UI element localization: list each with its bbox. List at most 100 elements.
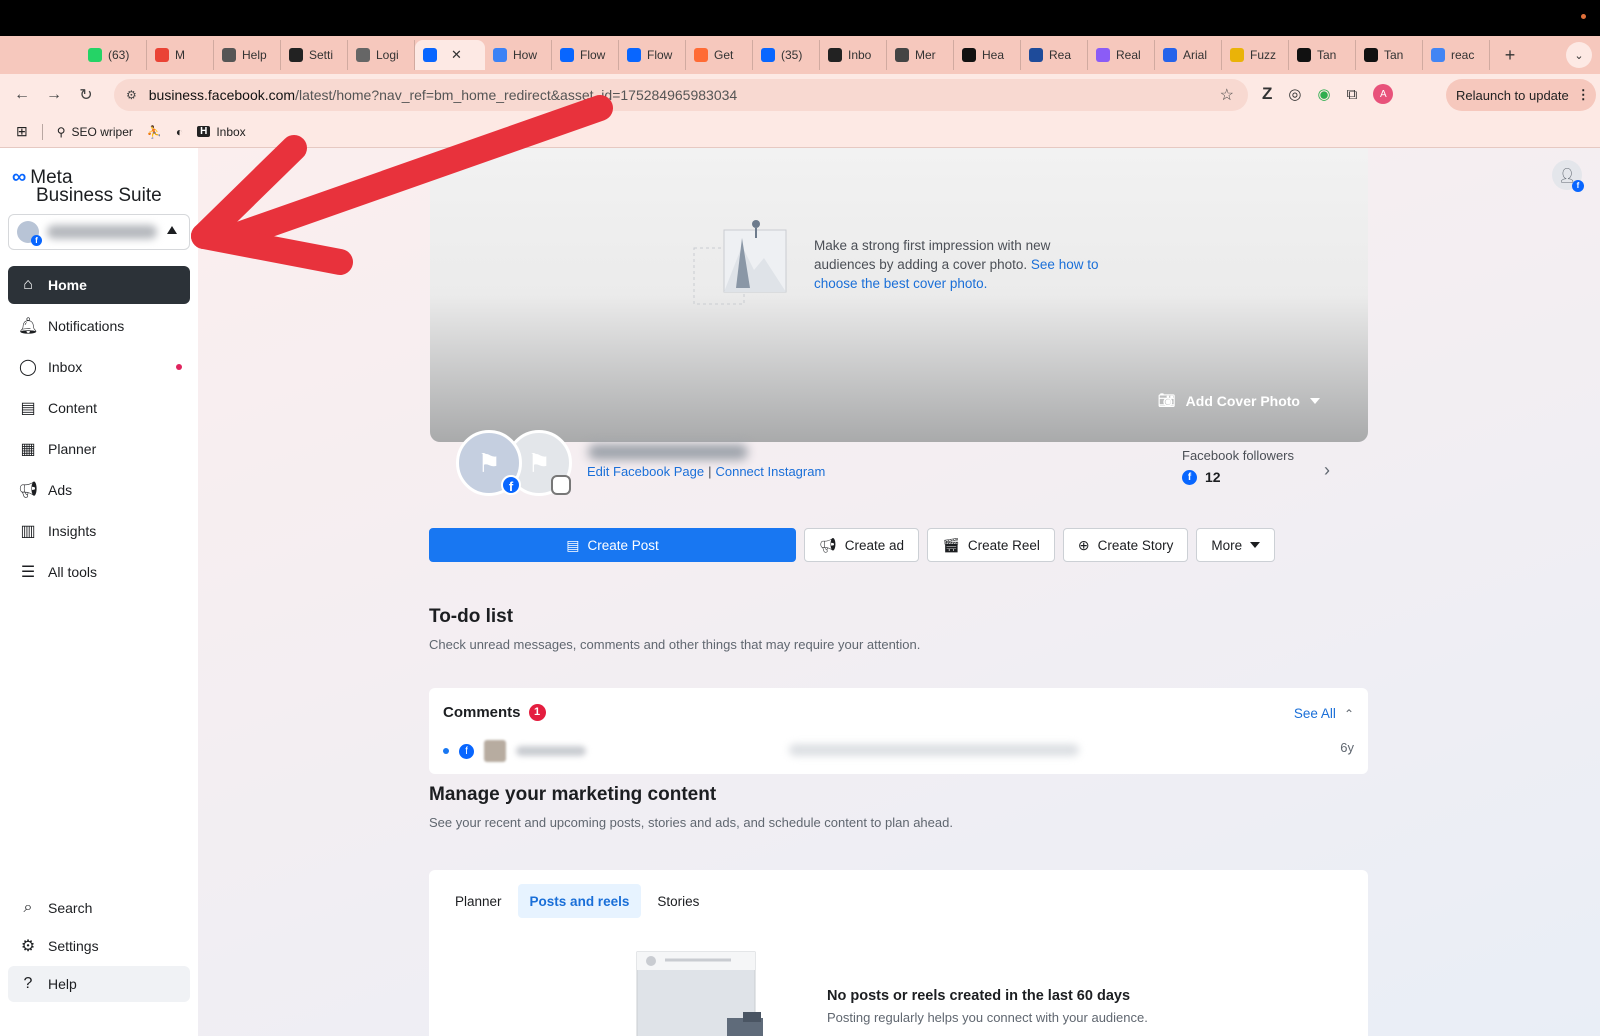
sidebar-item-search[interactable]: ⌕ Search: [8, 890, 190, 926]
bookmark-star-icon[interactable]: ☆: [1220, 85, 1234, 105]
sidebar-item-label: Home: [48, 277, 87, 293]
browser-tab[interactable]: Inbo: [820, 40, 887, 70]
close-tab-icon[interactable]: ✕: [451, 47, 462, 63]
comment-thumbnail: [484, 740, 506, 762]
tab-search-chevron-icon[interactable]: ⌄: [1566, 42, 1592, 68]
comments-title: Comments: [443, 704, 521, 721]
flag-icon: ⚑: [477, 447, 501, 478]
create-ad-button[interactable]: 📢︎ Create ad: [804, 528, 920, 562]
browser-tab-label: reac: [1451, 48, 1475, 62]
browser-tab[interactable]: Get: [686, 40, 753, 70]
url-path: /latest/home?nav_ref=bm_home_redirect&as…: [295, 87, 738, 103]
meta-business-suite-logo[interactable]: ∞ Meta Business Suite: [12, 166, 162, 207]
sidebar-item-label: Inbox: [48, 359, 83, 375]
sidebar-item-content[interactable]: ▤ Content: [8, 389, 190, 427]
kebab-menu-icon[interactable]: ⋮: [1577, 87, 1590, 103]
tab-stories[interactable]: Stories: [645, 884, 711, 918]
bookmark-seo-wriper[interactable]: ⚲ SEO wriper: [57, 125, 133, 139]
sidebar-item-label: Help: [48, 976, 77, 992]
browser-tab[interactable]: Hea: [954, 40, 1021, 70]
browser-tab[interactable]: ✕: [415, 40, 485, 70]
create-post-label: Create Post: [587, 537, 659, 553]
browser-tab[interactable]: Rea: [1021, 40, 1088, 70]
sidebar-item-notifications[interactable]: 🔔︎ Notifications: [8, 307, 190, 345]
site-settings-icon[interactable]: ⚙: [126, 88, 137, 102]
sidebar-item-home[interactable]: ⌂ Home: [8, 266, 190, 304]
sidebar-item-label: Planner: [48, 441, 97, 457]
sidebar-item-settings[interactable]: ⚙ Settings: [8, 928, 190, 964]
browser-tab-label: Setti: [309, 48, 334, 62]
framer-icon: [1096, 48, 1110, 62]
edit-facebook-page-link[interactable]: Edit Facebook Page: [587, 464, 704, 479]
gear-icon: ⚙: [20, 938, 36, 955]
browser-tab-label: M: [175, 48, 185, 62]
browser-tab[interactable]: Real: [1088, 40, 1155, 70]
tab-planner[interactable]: Planner: [443, 884, 514, 918]
browser-tab[interactable]: Flow: [552, 40, 619, 70]
sidebar-item-help[interactable]: ? Help: [8, 966, 190, 1002]
new-tab-button[interactable]: +: [1498, 45, 1522, 66]
eye-off-extension-icon[interactable]: ◎: [1288, 85, 1301, 103]
browser-tab-label: Tan: [1384, 48, 1404, 62]
tab-posts-and-reels[interactable]: Posts and reels: [517, 884, 642, 918]
account-switcher[interactable]: f: [8, 214, 190, 250]
puzzle-extensions-icon[interactable]: ⧉: [1347, 86, 1358, 103]
connect-instagram-link[interactable]: Connect Instagram: [715, 464, 825, 479]
add-cover-photo-button[interactable]: 📷︎ Add Cover Photo: [1158, 392, 1320, 409]
browser-tab[interactable]: reac: [1423, 40, 1490, 70]
facebook-followers-widget[interactable]: Facebook followers f 12 ›: [1182, 448, 1342, 485]
browser-tab-label: Tan: [1317, 48, 1337, 62]
reload-icon[interactable]: ↻: [70, 85, 102, 105]
facebook-profile-picture[interactable]: ⚑ f: [456, 430, 522, 496]
browser-tab[interactable]: M: [147, 40, 214, 70]
browser-tab[interactable]: Tan: [1356, 40, 1423, 70]
browser-tab[interactable]: Flow: [619, 40, 686, 70]
browser-tab[interactable]: Arial: [1155, 40, 1222, 70]
sidebar-item-planner[interactable]: ▦ Planner: [8, 430, 190, 468]
forward-arrow-icon[interactable]: →: [38, 86, 70, 104]
user-profile-avatar[interactable]: 👤︎ f: [1552, 160, 1584, 192]
sidebar-item-label: Content: [48, 400, 98, 416]
browser-tab[interactable]: Setti: [281, 40, 348, 70]
eye-extension-icon[interactable]: ◉: [1317, 85, 1330, 103]
relaunch-button[interactable]: Relaunch to update ⋮: [1446, 79, 1596, 111]
sidebar-item-ads[interactable]: 📢︎ Ads: [8, 471, 190, 509]
sidebar-item-all-tools[interactable]: ☰ All tools: [8, 553, 190, 591]
z-extension-icon[interactable]: Z: [1262, 84, 1272, 104]
more-button[interactable]: More: [1196, 528, 1276, 562]
see-all-link[interactable]: See All ⌃: [1294, 706, 1354, 721]
google-icon: [1431, 48, 1445, 62]
bookmark-inbox[interactable]: H Inbox: [197, 125, 246, 139]
back-arrow-icon[interactable]: ←: [6, 86, 38, 104]
browser-tab[interactable]: (35): [753, 40, 820, 70]
m-site-icon: [962, 48, 976, 62]
browser-tab[interactable]: Fuzz: [1222, 40, 1289, 70]
marketing-content-card: Planner Posts and reels Stories No posts…: [429, 870, 1368, 1036]
comment-row[interactable]: f: [443, 740, 586, 762]
create-reel-label: Create Reel: [967, 537, 1040, 553]
browser-tab[interactable]: How: [485, 40, 552, 70]
create-story-button[interactable]: ⊕ Create Story: [1062, 528, 1189, 562]
profile-avatar[interactable]: A: [1373, 84, 1394, 104]
browser-tab[interactable]: Mer: [887, 40, 954, 70]
browser-tab[interactable]: Tan: [1289, 40, 1356, 70]
sidebar-nav: ⌂ Home 🔔︎ Notifications ◯ Inbox ▤ Content ▦ P…: [8, 266, 190, 594]
account-avatar: f: [17, 221, 42, 246]
page-name-redacted: [588, 444, 748, 460]
browser-tab[interactable]: (63): [80, 40, 147, 70]
apps-grid-icon[interactable]: ⊞: [16, 123, 28, 140]
sidebar-item-insights[interactable]: ▥ Insights: [8, 512, 190, 550]
bookmark-globe[interactable]: ◐: [176, 125, 183, 139]
comment-age: 6y: [1340, 740, 1354, 755]
create-post-button[interactable]: ▤ Create Post: [429, 528, 796, 562]
browser-tab[interactable]: Help: [214, 40, 281, 70]
sidebar-item-inbox[interactable]: ◯ Inbox: [8, 348, 190, 386]
bookmark-figure[interactable]: ⛹: [147, 125, 162, 139]
chevron-up-icon[interactable]: ⌃: [1344, 707, 1354, 721]
empty-posts-illustration: [636, 951, 763, 1036]
address-bar[interactable]: ⚙ business.facebook.com/latest/home?nav_…: [114, 79, 1248, 111]
comments-header: Comments 1: [443, 704, 546, 721]
browser-tab[interactable]: Logi: [348, 40, 415, 70]
fuzzy-icon: [1230, 48, 1244, 62]
create-reel-button[interactable]: 🎬︎ Create Reel: [927, 528, 1055, 562]
